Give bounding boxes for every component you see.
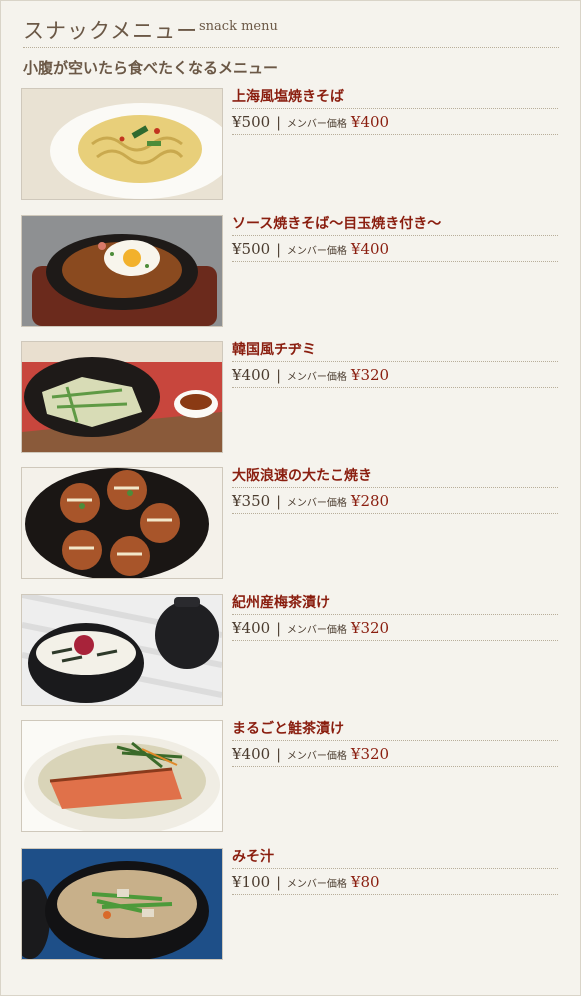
member-price-label: メンバー価格 xyxy=(286,625,347,636)
member-price: ¥400 xyxy=(350,240,390,258)
item-price: ¥500 xyxy=(232,240,271,258)
sauce-yakisoba-photo xyxy=(21,215,223,327)
price-separator: | xyxy=(276,621,281,637)
takoyaki-photo xyxy=(21,467,223,579)
ume-chazuke-photo xyxy=(21,594,223,706)
item-price: ¥400 xyxy=(232,366,271,384)
item-name: 紀州産梅茶漬け xyxy=(232,594,558,615)
member-price-label: メンバー価格 xyxy=(286,246,347,257)
price-row: ¥350 | メンバー価格 ¥280 xyxy=(232,491,558,514)
menu-subtitle: snack menu xyxy=(199,19,278,34)
menu-item: 大阪浪速の大たこ焼き ¥350 | メンバー価格 ¥280 xyxy=(21,467,561,581)
member-price-label: メンバー価格 xyxy=(286,498,347,509)
section-title: 小腹が空いたら食べたくなるメニュー xyxy=(23,59,279,77)
member-price-label: メンバー価格 xyxy=(286,119,347,130)
item-price: ¥100 xyxy=(232,873,271,891)
salt-yakisoba-photo xyxy=(21,88,223,200)
menu-title: スナックメニュー xyxy=(23,19,199,43)
member-price: ¥320 xyxy=(350,366,390,384)
salmon-chazuke-photo xyxy=(21,720,223,832)
item-price: ¥400 xyxy=(232,619,271,637)
member-price-label: メンバー価格 xyxy=(286,372,347,383)
menu-item: 韓国風チヂミ ¥400 | メンバー価格 ¥320 xyxy=(21,341,561,455)
menu-item: 上海風塩焼きそば ¥500 | メンバー価格 ¥400 xyxy=(21,88,561,202)
menu-item: ソース焼きそば～目玉焼き付き～ ¥500 | メンバー価格 ¥400 xyxy=(21,215,561,329)
price-separator: | xyxy=(276,242,281,258)
member-price-label: メンバー価格 xyxy=(286,751,347,762)
item-name: 上海風塩焼きそば xyxy=(232,88,558,109)
price-row: ¥500 | メンバー価格 ¥400 xyxy=(232,112,558,135)
price-row: ¥400 | メンバー価格 ¥320 xyxy=(232,744,558,767)
member-price: ¥80 xyxy=(350,873,380,891)
item-name: 大阪浪速の大たこ焼き xyxy=(232,467,558,488)
price-row: ¥400 | メンバー価格 ¥320 xyxy=(232,618,558,641)
item-price: ¥400 xyxy=(232,745,271,763)
price-row: ¥100 | メンバー価格 ¥80 xyxy=(232,872,558,895)
price-separator: | xyxy=(276,875,281,891)
member-price: ¥280 xyxy=(350,492,390,510)
item-name: 韓国風チヂミ xyxy=(232,341,558,362)
member-price-label: メンバー価格 xyxy=(286,879,347,890)
price-row: ¥500 | メンバー価格 ¥400 xyxy=(232,239,558,262)
item-name: みそ汁 xyxy=(232,848,558,869)
price-separator: | xyxy=(276,115,281,131)
member-price: ¥320 xyxy=(350,745,390,763)
menu-page: スナックメニュー snack menu 小腹が空いたら食べたくなるメニュー 上海… xyxy=(0,0,581,996)
item-name: まるごと鮭茶漬け xyxy=(232,720,558,741)
menu-header: スナックメニュー snack menu xyxy=(23,13,559,48)
chijimi-photo xyxy=(21,341,223,453)
menu-item: まるごと鮭茶漬け ¥400 | メンバー価格 ¥320 xyxy=(21,720,561,834)
item-name: ソース焼きそば～目玉焼き付き～ xyxy=(232,215,558,236)
item-price: ¥350 xyxy=(232,492,271,510)
price-separator: | xyxy=(276,747,281,763)
item-price: ¥500 xyxy=(232,113,271,131)
menu-item: みそ汁 ¥100 | メンバー価格 ¥80 xyxy=(21,848,561,962)
member-price: ¥400 xyxy=(350,113,390,131)
menu-item: 紀州産梅茶漬け ¥400 | メンバー価格 ¥320 xyxy=(21,594,561,708)
price-separator: | xyxy=(276,494,281,510)
price-separator: | xyxy=(276,368,281,384)
member-price: ¥320 xyxy=(350,619,390,637)
miso-soup-photo xyxy=(21,848,223,960)
price-row: ¥400 | メンバー価格 ¥320 xyxy=(232,365,558,388)
